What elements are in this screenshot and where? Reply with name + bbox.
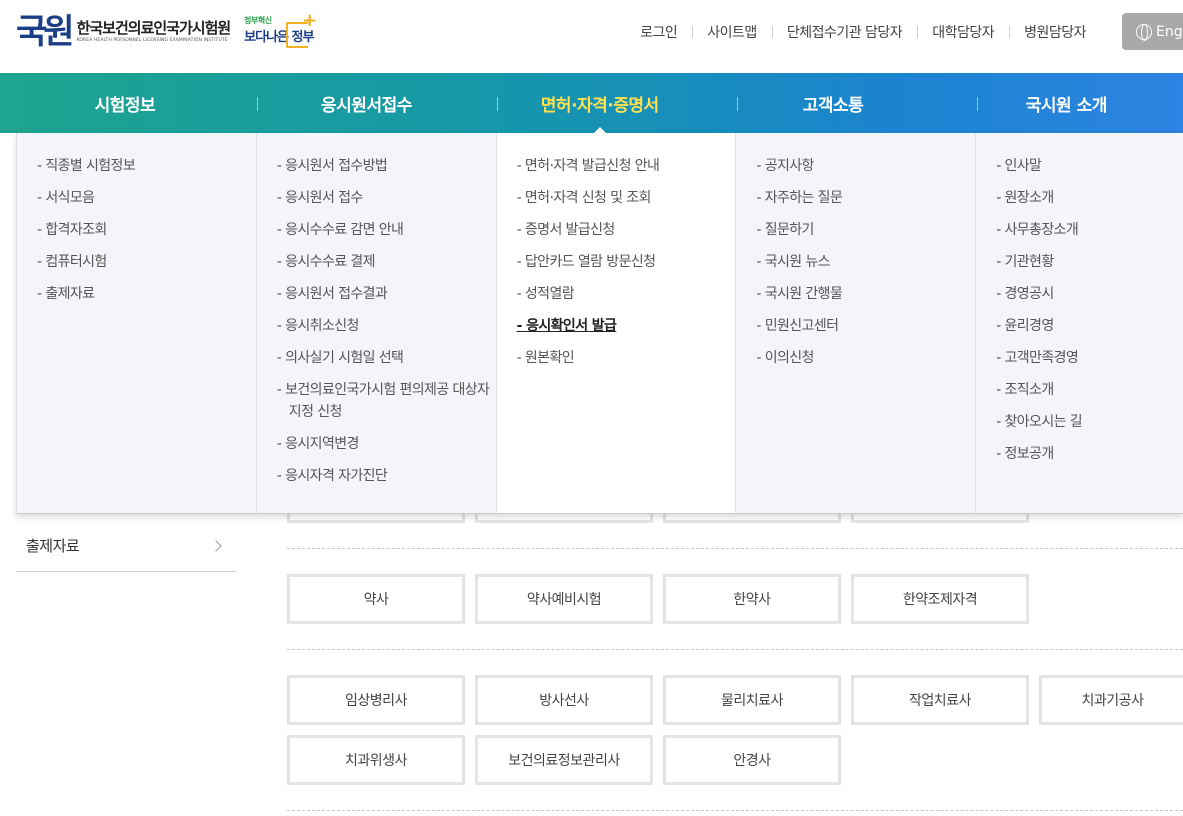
nav-license[interactable]: 면허·자격·증명서 [483, 73, 716, 133]
nav-application[interactable]: 응시원서접수 [250, 73, 483, 133]
nav-divider [977, 97, 978, 111]
menu-item[interactable]: 응시취소신청 [277, 315, 496, 337]
university-link[interactable]: 대학담당자 [917, 22, 1009, 42]
exam-button-optician[interactable]: 안경사 [663, 735, 841, 785]
menu-item[interactable]: 합격자조회 [37, 219, 256, 241]
nav-customer[interactable]: 고객소통 [716, 73, 949, 133]
menu-item[interactable]: 응시원서 접수결과 [277, 283, 496, 305]
menu-item[interactable]: 공지사항 [756, 155, 975, 177]
menu-item[interactable]: 보건의료인국가시험 편의제공 대상자 지정 신청 [277, 379, 496, 423]
exam-button-radiologist[interactable]: 방사선사 [475, 675, 653, 725]
nav-divider [737, 97, 738, 111]
menu-item[interactable]: 답안카드 열람 방문신청 [517, 251, 736, 273]
menu-item[interactable]: 윤리경영 [996, 315, 1183, 337]
nav-divider [497, 97, 498, 111]
sitemap-link[interactable]: 사이트맵 [692, 22, 772, 42]
exam-button-pharmacist-prelim[interactable]: 약사예비시험 [475, 574, 653, 624]
menu-item[interactable]: 사무총장소개 [996, 219, 1183, 241]
menu-item[interactable]: 응시원서 접수방법 [277, 155, 496, 177]
login-link[interactable]: 로그인 [625, 22, 692, 42]
menu-item[interactable]: 이의신청 [756, 347, 975, 369]
divider [287, 548, 1183, 549]
chevron-right-icon [210, 539, 222, 552]
exam-button-occupational-therapist[interactable]: 작업치료사 [851, 675, 1029, 725]
menu-item[interactable]: 국시원 간행물 [756, 283, 975, 305]
gov-small-text: 정부혁신 [244, 16, 272, 25]
menu-item[interactable]: 성적열람 [517, 283, 736, 305]
menu-item[interactable]: 응시확인서 발급 [517, 315, 736, 337]
sidebar-item-label: 출제자료 [26, 537, 80, 555]
menu-item[interactable]: 자주하는 질문 [756, 187, 975, 209]
menu-item[interactable]: 직종별 시험정보 [37, 155, 256, 177]
logo-mark: 국원 [16, 12, 75, 52]
exam-button-physical-therapist[interactable]: 물리치료사 [663, 675, 841, 725]
main-nav: 시험정보 응시원서접수 면허·자격·증명서 고객소통 국시원 소개 [0, 73, 1183, 133]
exam-button-partial [475, 514, 653, 523]
menu-item[interactable]: 고객만족경영 [996, 347, 1183, 369]
menu-item[interactable]: 서식모음 [37, 187, 256, 209]
header: 국원 한국보건의료인국가시험원 KOREA HEALTH PERSONNEL L… [0, 0, 1183, 73]
english-button[interactable]: Engl [1122, 13, 1183, 50]
group-agency-link[interactable]: 단체접수기관 담당자 [771, 22, 917, 42]
sidebar-item-exam-materials[interactable]: 출제자료 [16, 520, 236, 572]
site-logo[interactable]: 국원 한국보건의료인국가시험원 KOREA HEALTH PERSONNEL L… [16, 10, 318, 53]
menu-item[interactable]: 컴퓨터시험 [37, 251, 256, 273]
exam-button-dental-technician[interactable]: 치과기공사 [1039, 675, 1183, 725]
divider [287, 810, 1183, 811]
utility-nav: 로그인 사이트맵 단체접수기관 담당자 대학담당자 병원담당자 [625, 20, 1101, 44]
gov-plus-icon: + [302, 10, 318, 31]
divider [287, 649, 1183, 650]
exam-button-dental-hygienist[interactable]: 치과위생사 [287, 735, 465, 785]
exam-button-health-info-manager[interactable]: 보건의료정보관리사 [475, 735, 653, 785]
menu-item[interactable]: 면허·자격 발급신청 안내 [517, 155, 736, 177]
exam-button-partial [851, 514, 1029, 523]
menu-column-license: 면허·자격 발급신청 안내면허·자격 신청 및 조회증명서 발급신청답안카드 열… [496, 133, 737, 513]
menu-item[interactable]: 정보공개 [996, 443, 1183, 465]
hospital-link[interactable]: 병원담당자 [1009, 22, 1101, 42]
menu-item[interactable]: 출제자료 [37, 283, 256, 305]
menu-item[interactable]: 기관현황 [996, 251, 1183, 273]
menu-item[interactable]: 인사말 [996, 155, 1183, 177]
menu-column-customer: 공지사항자주하는 질문질문하기국시원 뉴스국시원 간행물민원신고센터이의신청 [736, 133, 977, 513]
gov-innovation-logo: 정부혁신 보다나은 정부 + [244, 10, 318, 52]
exam-button-clinical-pathologist[interactable]: 임상병리사 [287, 675, 465, 725]
menu-item[interactable]: 응시지역변경 [277, 433, 496, 455]
logo-korean-name: 한국보건의료인국가시험원 [76, 19, 232, 37]
menu-item[interactable]: 민원신고센터 [756, 315, 975, 337]
menu-item[interactable]: 원장소개 [996, 187, 1183, 209]
menu-item[interactable]: 질문하기 [756, 219, 975, 241]
nav-divider [257, 97, 258, 111]
exam-button-herbal-preparer[interactable]: 한약조제자격 [851, 574, 1029, 624]
logo-english-name: KOREA HEALTH PERSONNEL LICENSING EXAMINA… [76, 38, 228, 43]
logo-text: 한국보건의료인국가시험원 KOREA HEALTH PERSONNEL LICE… [76, 19, 232, 45]
menu-item[interactable]: 국시원 뉴스 [756, 251, 975, 273]
nav-about[interactable]: 국시원 소개 [950, 73, 1183, 133]
menu-item[interactable]: 찾아오시는 길 [996, 411, 1183, 433]
menu-column-application: 응시원서 접수방법응시원서 접수응시수수료 감면 안내응시수수료 결제응시원서 … [256, 133, 497, 513]
exam-button-partial [287, 514, 465, 523]
menu-item[interactable]: 의사실기 시험일 선택 [277, 347, 496, 369]
exam-button-partial [663, 514, 841, 523]
menu-column-exam-info: 직종별 시험정보서식모음합격자조회컴퓨터시험출제자료 [17, 133, 257, 513]
menu-item[interactable]: 증명서 발급신청 [517, 219, 736, 241]
nav-exam-info[interactable]: 시험정보 [0, 73, 250, 133]
menu-item[interactable]: 응시수수료 감면 안내 [277, 219, 496, 241]
menu-item[interactable]: 응시원서 접수 [277, 187, 496, 209]
menu-item[interactable]: 면허·자격 신청 및 조회 [517, 187, 736, 209]
menu-item[interactable]: 응시자격 자가진단 [277, 465, 496, 487]
english-label: Engl [1156, 23, 1183, 40]
menu-item[interactable]: 원본확인 [517, 347, 736, 369]
exam-button-pharmacist[interactable]: 약사 [287, 574, 465, 624]
menu-column-about: 인사말원장소개사무총장소개기관현황경영공시윤리경영고객만족경영조직소개찾아오시는… [976, 133, 1183, 513]
menu-item[interactable]: 응시수수료 결제 [277, 251, 496, 273]
menu-item[interactable]: 경영공시 [996, 283, 1183, 305]
globe-icon [1136, 23, 1152, 41]
menu-item[interactable]: 조직소개 [996, 379, 1183, 401]
exam-button-herbal-pharmacist[interactable]: 한약사 [663, 574, 841, 624]
mega-menu-dropdown: 직종별 시험정보서식모음합격자조회컴퓨터시험출제자료 응시원서 접수방법응시원서… [16, 133, 1183, 514]
